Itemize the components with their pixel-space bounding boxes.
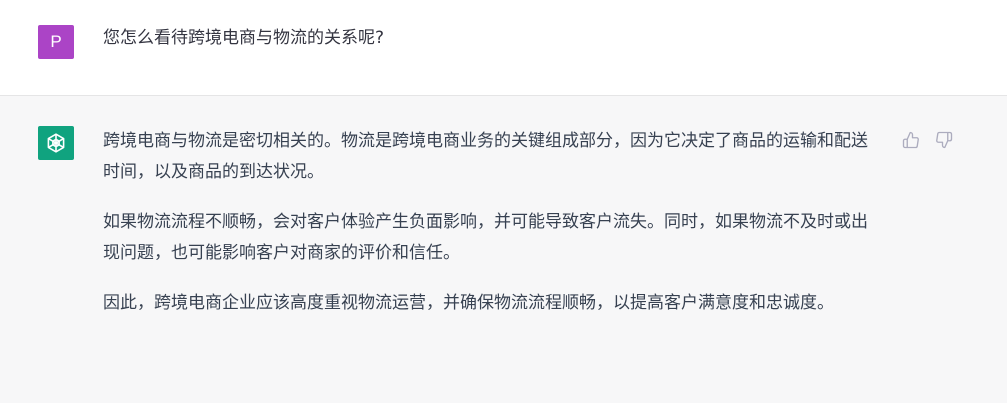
user-avatar-letter: P <box>50 32 62 51</box>
thumbs-up-icon <box>902 131 919 148</box>
user-message-text: 您怎么看待跨境电商与物流的关系呢? <box>103 28 385 48</box>
thumbs-up-button[interactable] <box>900 129 921 150</box>
thumbs-down-icon <box>935 131 952 148</box>
assistant-message-content: 跨境电商与物流是密切相关的。物流是跨境电商业务的关键组成部分，因为它决定了商品的… <box>103 126 883 338</box>
user-message-row: P 您怎么看待跨境电商与物流的关系呢? <box>0 0 1007 96</box>
feedback-actions <box>900 129 954 150</box>
assistant-paragraph-3: 因此，跨境电商企业应该高度重视物流运营，并确保物流流程顺畅，以提高客户满意度和忠… <box>103 293 834 313</box>
assistant-message-row: 跨境电商与物流是密切相关的。物流是跨境电商业务的关键组成部分，因为它决定了商品的… <box>0 96 1007 403</box>
openai-logo-icon <box>38 126 74 160</box>
assistant-paragraph-1: 跨境电商与物流是密切相关的。物流是跨境电商业务的关键组成部分，因为它决定了商品的… <box>103 131 868 182</box>
assistant-paragraph-2: 如果物流流程不顺畅，会对客户体验产生负面影响，并可能导致客户流失。同时，如果物流… <box>103 212 868 263</box>
user-avatar: P <box>38 25 74 59</box>
thumbs-down-button[interactable] <box>933 129 954 150</box>
